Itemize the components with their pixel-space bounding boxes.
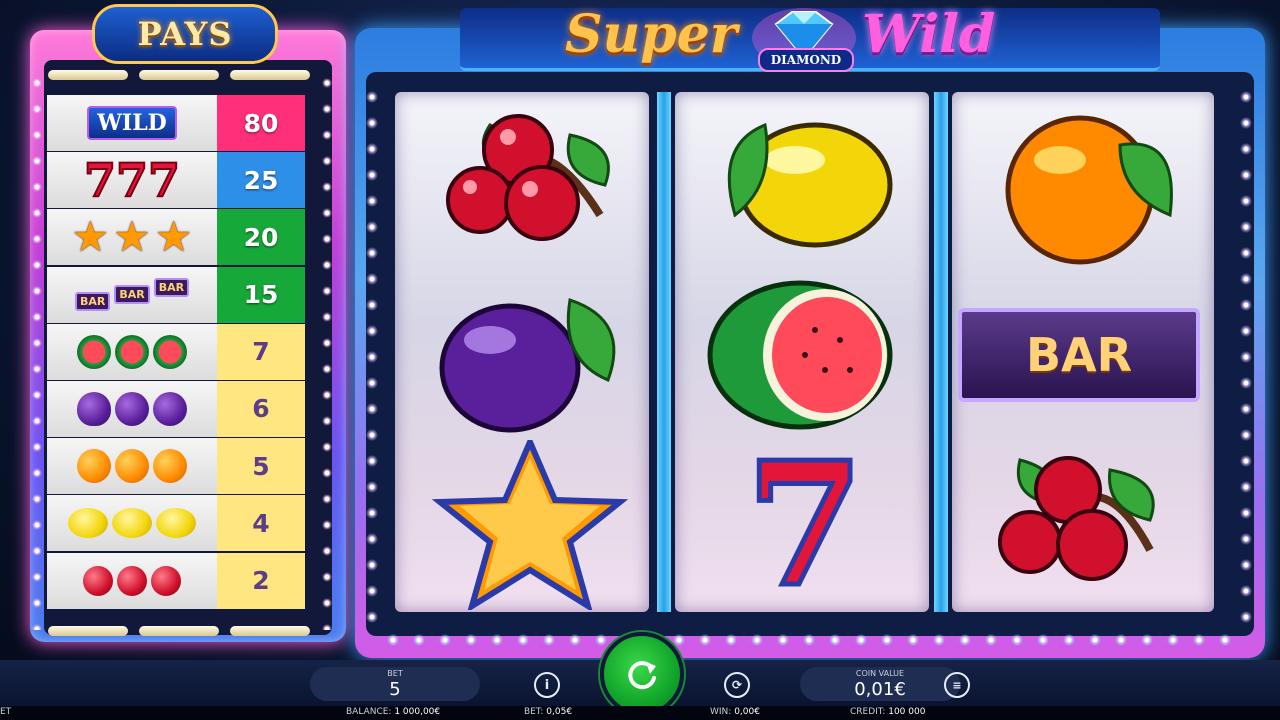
seven-symbol-icon: 777 [47,152,217,209]
payout-star: 20 [217,209,305,266]
spin-button[interactable] [600,632,684,716]
payout-plum: 6 [217,380,305,437]
paytable-lights-right [322,70,332,630]
paytable-row-cherry: 2 [47,552,305,609]
reel-separator-2 [934,92,948,612]
paytable-rows: WILD 80 777 25 ★★★ 20 BAR BAR BAR 15 7 [47,95,305,610]
payout-seven: 25 [217,152,305,209]
coin-value: 0,01€ [854,679,906,700]
lemon-icon [727,122,893,248]
logo-word-wild: Wild [862,4,996,65]
paytable-lights-left [32,70,42,630]
cherry-icon [998,456,1155,581]
win-status: WIN: 0,00€ [710,707,760,717]
bar-symbol-icon: BAR BAR BAR [47,266,217,323]
balance-value: 1 000,00€ [394,707,441,717]
status-truncated-label: ET [0,707,12,717]
autoplay-icon[interactable]: ⟳ [724,672,750,698]
plum-icon [439,298,616,433]
star-symbol-icon: ★ ★ ★ [47,209,217,266]
paytable-row-wild: WILD 80 [47,95,305,151]
credit-status: CREDIT: 100 000 [850,707,925,717]
orange-icon [1005,115,1173,265]
bet-value: 5 [389,679,401,700]
paytable-row-star: ★ ★ ★ 20 [47,209,305,266]
paytable-row-seven: 777 25 [47,152,305,209]
paytable-row-watermelon: 7 [47,323,305,380]
total-bet-value: 0,05€ [546,707,573,717]
cabinet-lights-right [1240,84,1252,624]
cabinet-lights-left [366,84,378,624]
watermelon-symbol-icon [47,323,217,380]
cherry-icon [446,114,610,241]
star-icon [431,440,629,610]
paytable-row-bar: BAR BAR BAR 15 [47,266,305,323]
balance-label: BALANCE: [346,707,392,717]
total-bet-label: BET: [524,707,544,717]
paytable-top-pills [48,70,310,80]
win-value: 0,00€ [734,707,760,717]
paytable-row-orange: 5 [47,438,305,495]
orange-symbol-icon [47,438,217,495]
watermelon-icon [707,280,893,430]
payout-cherry: 2 [217,552,305,609]
logo-diamond-badge: DIAMOND [758,48,854,72]
lemon-symbol-icon [47,495,217,552]
logo-word-super: Super [565,4,738,65]
credit-label: CREDIT: [850,707,886,717]
credit-value: 100 000 [888,707,926,717]
coin-value-selector[interactable]: COIN VALUE 0,01€ [800,667,960,701]
status-bar [0,706,1280,720]
plum-symbol-icon [47,380,217,437]
cabinet-lights-bottom [380,634,1240,646]
coins-icon[interactable]: ≡ [944,672,970,698]
spin-icon [628,661,656,690]
paytable-title: PAYS [92,4,278,64]
seven-icon: 7 [743,425,866,625]
seven-label: 777 [83,153,181,208]
bet-selector[interactable]: BET 5 [310,667,480,701]
bar-icon: BAR [958,308,1200,402]
paytable-bottom-pills [48,626,310,636]
payout-bar: 15 [217,266,305,323]
paytable-row-lemon: 4 [47,495,305,552]
coin-value-label: COIN VALUE [855,669,905,678]
bet-label: BET [387,669,403,678]
payout-watermelon: 7 [217,323,305,380]
wild-label: WILD [87,106,177,140]
paytable-row-plum: 6 [47,380,305,437]
wild-symbol-icon: WILD [47,95,217,151]
info-icon[interactable]: i [534,672,560,698]
cherry-symbol-icon [47,552,217,609]
payout-lemon: 4 [217,495,305,552]
payout-wild: 80 [217,95,305,151]
balance-status: BALANCE: 1 000,00€ [346,707,440,717]
bet-status: BET: 0,05€ [524,707,572,717]
reel-separator-1 [657,92,671,612]
payout-orange: 5 [217,438,305,495]
win-label: WIN: [710,707,732,717]
